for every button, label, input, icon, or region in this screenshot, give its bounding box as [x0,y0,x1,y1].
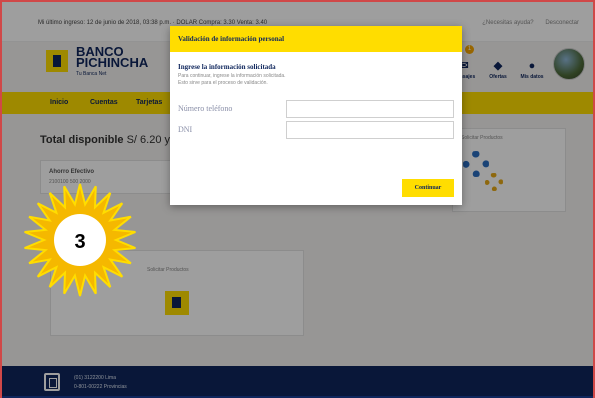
validation-modal: Validación de información personal Ingre… [170,26,462,205]
dni-field-row: DNI [178,121,454,139]
step-number-burst: 3 [24,183,136,297]
dni-label: DNI [178,125,193,134]
modal-description: Para continuar, ingrese la información s… [178,73,348,87]
step-number: 3 [74,231,85,253]
dni-input[interactable] [286,121,454,139]
modal-header: Validación de información personal [170,26,462,52]
modal-title: Validación de información personal [178,35,285,43]
modal-desc-line2: Esto sirve para el proceso de validación… [178,80,268,86]
phone-field-row: Número teléfono [178,100,454,118]
modal-subtitle: Ingrese la información solicitada [178,63,276,71]
continue-button[interactable]: Continuar [402,179,454,197]
phone-input[interactable] [286,100,454,118]
modal-desc-line1: Para continuar, ingrese la información s… [178,73,286,79]
phone-label: Número teléfono [178,104,233,113]
